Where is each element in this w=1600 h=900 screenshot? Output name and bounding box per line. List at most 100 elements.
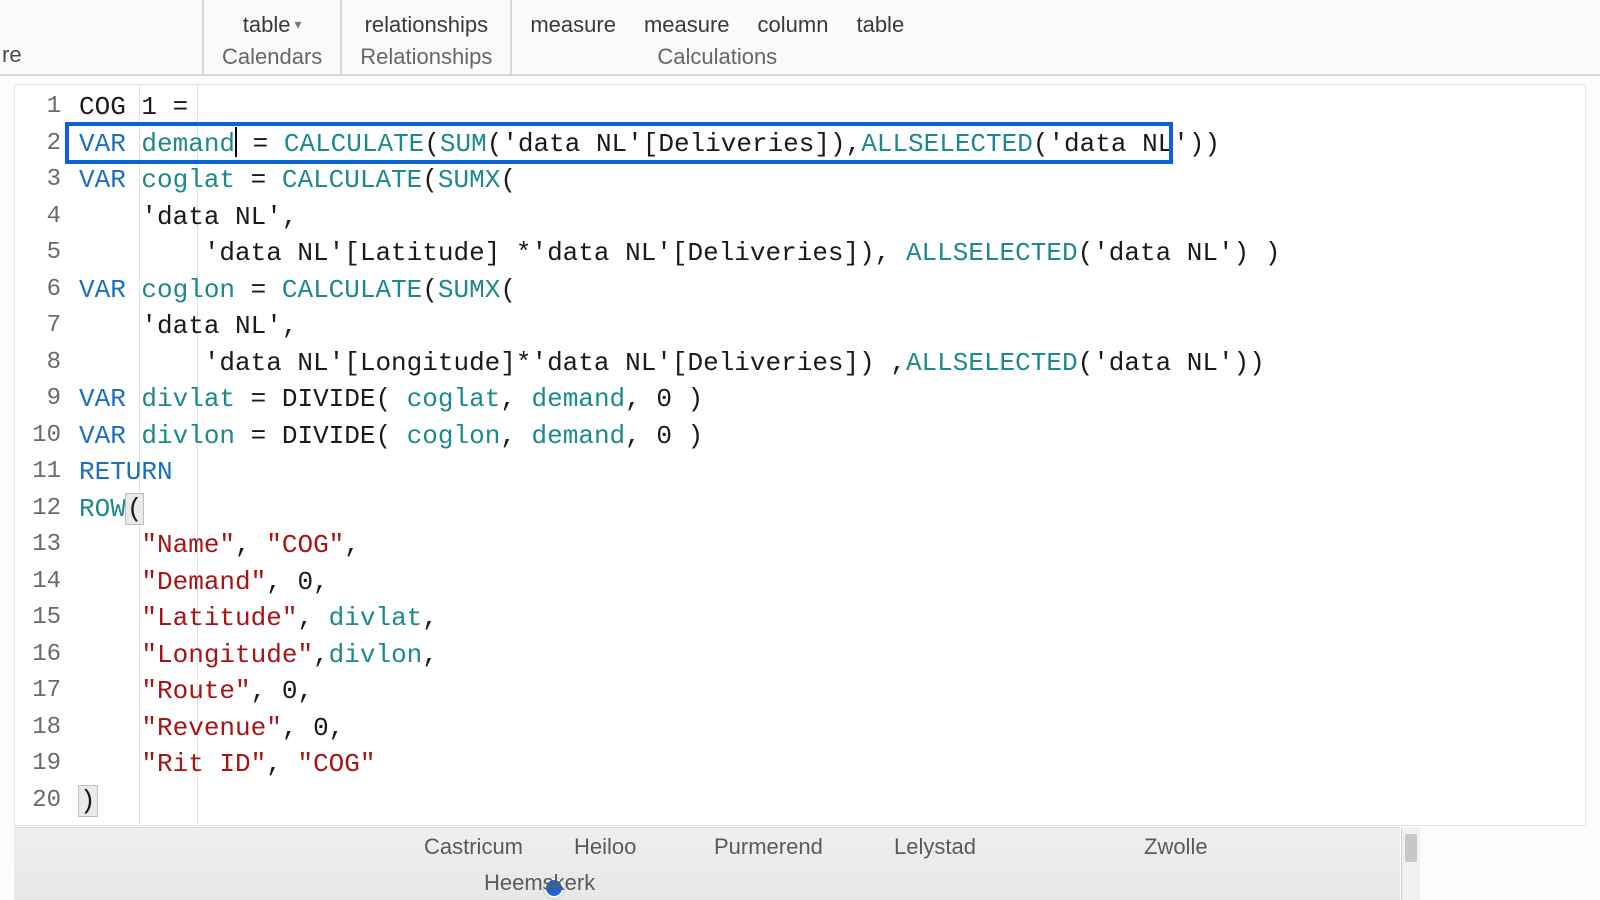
code-line[interactable]: 'data NL',: [69, 308, 1585, 345]
text-caret: [235, 127, 237, 157]
code-line[interactable]: "Rit ID", "COG": [69, 746, 1585, 783]
code-token: )): [1189, 129, 1220, 159]
code-token: , 0 ): [625, 384, 703, 414]
code-token: [79, 749, 141, 779]
code-token: divlon: [141, 421, 235, 451]
code-line[interactable]: ROW(: [69, 491, 1585, 528]
ribbon-item-label: relationships: [365, 12, 489, 38]
code-token: (: [1078, 238, 1094, 268]
code-token: coglon: [141, 275, 235, 305]
code-token: coglon: [407, 421, 501, 451]
code-line[interactable]: 'data NL'[Latitude] *'data NL'[Deliverie…: [69, 235, 1585, 272]
code-token: VAR: [79, 275, 141, 305]
code-token: "Route": [141, 676, 250, 706]
line-number: 3: [15, 162, 69, 199]
line-number: 14: [15, 564, 69, 601]
ribbon-group-label: Calendars: [222, 38, 322, 70]
code-token: "Rit ID": [141, 749, 266, 779]
code-token: VAR: [79, 129, 141, 159]
code-line[interactable]: "Demand", 0,: [69, 564, 1585, 601]
line-number: 18: [15, 710, 69, 747]
vertical-scrollbar[interactable]: [1401, 828, 1420, 900]
code-area[interactable]: COG 1 = VAR demand = CALCULATE(SUM('data…: [69, 85, 1585, 825]
ribbon-new-table[interactable]: table▾: [243, 12, 302, 38]
code-line[interactable]: "Revenue", 0,: [69, 710, 1585, 747]
code-token: (: [126, 494, 144, 524]
code-token: ALLSELECTED: [861, 129, 1033, 159]
code-line[interactable]: "Latitude", divlat,: [69, 600, 1585, 637]
code-token: 'data NL': [1093, 348, 1233, 378]
code-token: COG 1 =: [79, 92, 204, 122]
code-token: , 0 ): [625, 421, 703, 451]
code-line[interactable]: VAR divlat = DIVIDE( coglat, demand, 0 ): [69, 381, 1585, 418]
code-token: demand: [532, 384, 626, 414]
code-line[interactable]: 'data NL'[Longitude]*'data NL'[Deliverie…: [69, 345, 1585, 382]
line-number: 19: [15, 746, 69, 783]
map-city-label: Purmerend: [714, 834, 823, 860]
code-line[interactable]: "Longitude",divlon,: [69, 637, 1585, 674]
code-token: "Revenue": [141, 713, 281, 743]
code-token: (: [487, 129, 503, 159]
code-token: VAR: [79, 384, 141, 414]
line-number: 9: [15, 381, 69, 418]
code-token: =: [235, 384, 282, 414]
ribbon-item-label: column: [758, 12, 829, 38]
line-number: 10: [15, 418, 69, 455]
ribbon-quick-measure[interactable]: measure: [644, 12, 730, 38]
ribbon-leader-fragment: re: [0, 0, 204, 74]
code-token: [79, 713, 141, 743]
code-line[interactable]: COG 1 =: [69, 89, 1585, 126]
ribbon-manage-relationships[interactable]: relationships: [365, 12, 489, 38]
code-token: )): [1234, 348, 1265, 378]
ribbon-new-column[interactable]: column: [758, 12, 829, 38]
line-number: 16: [15, 637, 69, 674]
line-number: 13: [15, 527, 69, 564]
code-token: demand: [141, 129, 235, 159]
code-line[interactable]: VAR divlon = DIVIDE( coglon, demand, 0 ): [69, 418, 1585, 455]
ribbon-new-calc-table[interactable]: table: [856, 12, 904, 38]
code-token: =: [237, 129, 284, 159]
code-token: demand: [532, 421, 626, 451]
dax-formula-editor[interactable]: 1234567891011121314151617181920 COG 1 = …: [14, 84, 1586, 826]
code-token: divlat: [329, 603, 423, 633]
code-line[interactable]: 'data NL',: [69, 199, 1585, 236]
code-token: ALLSELECTED: [906, 238, 1078, 268]
ribbon-group-relationships: relationshipsRelationships: [342, 0, 512, 74]
code-line[interactable]: "Route", 0,: [69, 673, 1585, 710]
ribbon: re table▾CalendarsrelationshipsRelations…: [0, 0, 1600, 76]
ribbon-item-label: table: [856, 12, 904, 38]
code-line[interactable]: VAR demand = CALCULATE(SUM('data NL'[Del…: [69, 126, 1585, 163]
ribbon-item-label: measure: [644, 12, 730, 38]
code-token: ROW: [79, 494, 126, 524]
code-token: ) ): [1234, 238, 1281, 268]
line-number: 15: [15, 600, 69, 637]
ribbon-new-measure[interactable]: measure: [530, 12, 616, 38]
map-city-label: Zwolle: [1144, 834, 1208, 860]
code-token: ,: [235, 530, 266, 560]
code-line[interactable]: VAR coglon = CALCULATE(SUMX(: [69, 272, 1585, 309]
line-number: 1: [15, 89, 69, 126]
code-line[interactable]: ): [69, 783, 1585, 820]
code-token: "Name": [141, 530, 235, 560]
code-token: 'data NL': [1093, 238, 1233, 268]
code-token: ALLSELECTED: [906, 348, 1078, 378]
map-city-label: Heemskerk: [484, 870, 595, 896]
code-line[interactable]: "Name", "COG",: [69, 527, 1585, 564]
code-token: RETURN: [79, 457, 173, 487]
code-line[interactable]: RETURN: [69, 454, 1585, 491]
code-token: [79, 567, 141, 597]
code-token: [79, 603, 141, 633]
code-line[interactable]: VAR coglat = CALCULATE(SUMX(: [69, 162, 1585, 199]
code-token: (: [375, 421, 406, 451]
line-number: 12: [15, 491, 69, 528]
code-token: ,: [313, 640, 329, 670]
ribbon-group-calendars: table▾Calendars: [204, 0, 342, 74]
ribbon-group-calculations: measuremeasurecolumntableCalculations: [512, 0, 922, 74]
code-token: , 0,: [251, 676, 313, 706]
line-number: 5: [15, 235, 69, 272]
code-token: "Latitude": [141, 603, 297, 633]
code-token: =: [235, 275, 282, 305]
code-token: VAR: [79, 421, 141, 451]
code-token: CALCULATE: [284, 129, 424, 159]
map-visual-partial[interactable]: CastricumHeilooHeemskerkPurmerendLelysta…: [14, 827, 1400, 900]
